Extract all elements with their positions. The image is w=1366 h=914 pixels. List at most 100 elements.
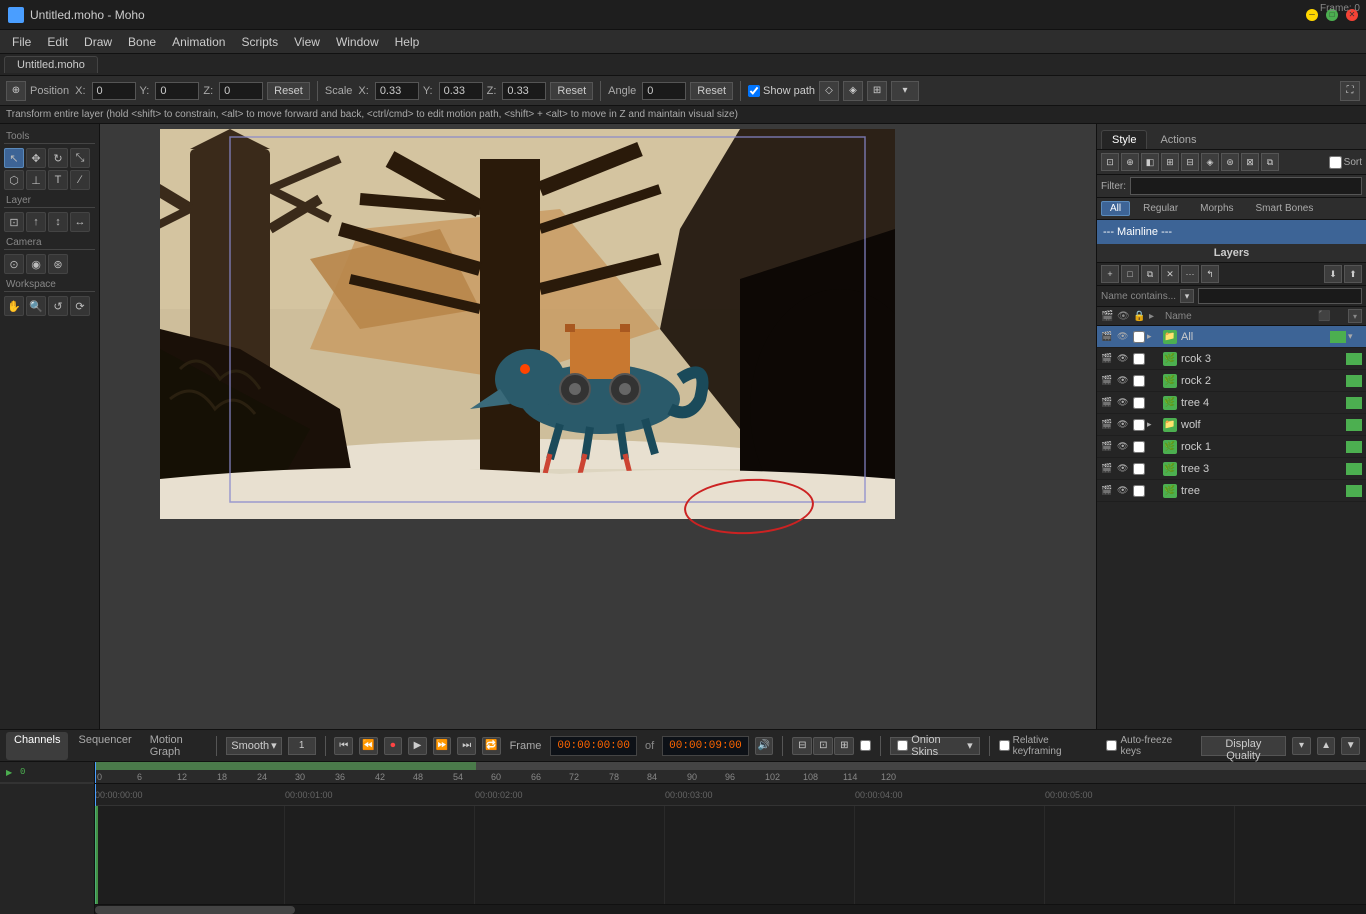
smooth-dropdown[interactable]: Smooth ▾	[226, 737, 281, 755]
tab-style[interactable]: Style	[1101, 130, 1147, 149]
layer-group-btn[interactable]: □	[1121, 265, 1139, 283]
shear-tool[interactable]: ⬡	[4, 170, 24, 190]
audio-btn[interactable]: 🔊	[755, 737, 774, 755]
name-filter-dropdown[interactable]: ▾	[1180, 289, 1194, 303]
path-icon-1[interactable]: ◇	[819, 81, 839, 101]
menu-file[interactable]: File	[4, 33, 39, 51]
actions-icon-4[interactable]: ⊞	[1161, 153, 1179, 171]
timeline-scroll-thumb[interactable]	[95, 906, 295, 914]
fullscreen-icon[interactable]: ⛶	[1340, 81, 1360, 101]
scale-z-input[interactable]	[502, 82, 546, 100]
angle-input[interactable]	[642, 82, 686, 100]
total-time-display[interactable]: 00:00:09:00	[662, 736, 749, 756]
layer-collapse-btn[interactable]: ⬇	[1324, 265, 1342, 283]
view-icon-3[interactable]: ⊞	[834, 737, 854, 755]
layer-options-all[interactable]: ▾	[1348, 331, 1362, 342]
minimize-button[interactable]: ─	[1306, 9, 1318, 21]
zoom-in-tool[interactable]: 🔍	[26, 296, 46, 316]
auto-freeze-checkbox[interactable]	[1106, 740, 1117, 751]
scroll-down-btn[interactable]: ▼	[1341, 737, 1360, 755]
loop-btn[interactable]: 🔁	[482, 737, 501, 755]
layer-tool-2[interactable]: ↑	[26, 212, 46, 232]
layer-tool-4[interactable]: ↔	[70, 212, 90, 232]
brush-tool[interactable]: ∕	[70, 170, 90, 190]
onion-checkbox[interactable]	[897, 740, 908, 751]
layer-tool-3[interactable]: ↕	[48, 212, 68, 232]
layer-add-btn[interactable]: +	[1101, 265, 1119, 283]
rotate-view-tool[interactable]: ↺	[48, 296, 68, 316]
menu-animation[interactable]: Animation	[164, 33, 233, 51]
actions-icon-3[interactable]: ◧	[1141, 153, 1159, 171]
timeline-scrollbar[interactable]	[95, 904, 1366, 914]
reset-button-1[interactable]: Reset	[267, 82, 310, 100]
tl-tab-sequencer[interactable]: Sequencer	[70, 732, 139, 760]
actions-icon-7[interactable]: ⊛	[1221, 153, 1239, 171]
layer-tool-1[interactable]: ⊡	[4, 212, 24, 232]
bone-tab-morphs[interactable]: Morphs	[1191, 201, 1242, 216]
layer-row-rcok3[interactable]: 🎬 👁 🌿 rcok 3	[1097, 348, 1366, 370]
select-tool[interactable]: ↖	[4, 148, 24, 168]
bone-tab-smartbones[interactable]: Smart Bones	[1247, 201, 1323, 216]
menu-view[interactable]: View	[286, 33, 328, 51]
bone-tab-regular[interactable]: Regular	[1134, 201, 1187, 216]
onion-skins-btn[interactable]: Onion Skins ▾	[890, 737, 979, 755]
go-to-end-btn[interactable]: ⏭	[457, 737, 476, 755]
name-search-input[interactable]	[1198, 288, 1362, 304]
layer-checkbox-tree[interactable]	[1133, 485, 1145, 497]
smooth-value[interactable]: 1	[288, 737, 316, 755]
layer-row-tree[interactable]: 🎬 👁 🌿 tree	[1097, 480, 1366, 502]
tl-checkbox-1[interactable]	[860, 740, 871, 751]
step-fwd-btn[interactable]: ⏩	[433, 737, 452, 755]
relative-keyframing-checkbox[interactable]	[999, 740, 1010, 751]
playhead[interactable]	[95, 762, 96, 783]
layer-checkbox-tree4[interactable]	[1133, 397, 1145, 409]
camera-tool-3[interactable]: ⊛	[48, 254, 68, 274]
record-btn[interactable]: ⏺	[384, 737, 403, 755]
y-input[interactable]	[155, 82, 199, 100]
canvas-area[interactable]	[100, 124, 1096, 729]
active-tab[interactable]: Untitled.moho	[4, 56, 98, 73]
camera-tool-1[interactable]: ⊙	[4, 254, 24, 274]
rotate-tool[interactable]: ↻	[48, 148, 68, 168]
layer-row-rock2[interactable]: 🎬 👁 🌿 rock 2	[1097, 370, 1366, 392]
text-tool[interactable]: T	[48, 170, 68, 190]
menu-window[interactable]: Window	[328, 33, 387, 51]
z-input[interactable]	[219, 82, 263, 100]
mainline-row[interactable]: --- Mainline ---	[1097, 220, 1366, 244]
layer-checkbox-rcok3[interactable]	[1133, 353, 1145, 365]
layer-checkbox-rock1[interactable]	[1133, 441, 1145, 453]
layer-checkbox-wolf[interactable]	[1133, 419, 1145, 431]
reset-button-2[interactable]: Reset	[550, 82, 593, 100]
layer-row-tree3[interactable]: 🎬 👁 🌿 tree 3	[1097, 458, 1366, 480]
scale-tool[interactable]: ⤡	[70, 148, 90, 168]
camera-tool-2[interactable]: ◉	[26, 254, 46, 274]
layer-row-wolf[interactable]: 🎬 👁 ▸ 📁 wolf	[1097, 414, 1366, 436]
transform-icon[interactable]: ⊕	[6, 81, 26, 101]
hand-tool[interactable]: ✋	[4, 296, 24, 316]
menu-scripts[interactable]: Scripts	[233, 33, 286, 51]
menu-draw[interactable]: Draw	[76, 33, 120, 51]
reset-view-tool[interactable]: ⟳	[70, 296, 90, 316]
bone-tab-all[interactable]: All	[1101, 201, 1130, 216]
sort-checkbox[interactable]	[1329, 156, 1342, 169]
layer-row-tree4[interactable]: 🎬 👁 🌿 tree 4	[1097, 392, 1366, 414]
scale-x-input[interactable]	[375, 82, 419, 100]
col-dropdown[interactable]: ▾	[1348, 309, 1362, 323]
tl-tab-channels[interactable]: Channels	[6, 732, 68, 760]
layer-checkbox-rock2[interactable]	[1133, 375, 1145, 387]
scale-y-input[interactable]	[439, 82, 483, 100]
step-back-btn[interactable]: ⏪	[359, 737, 378, 755]
path-icon-3[interactable]: ⊞	[867, 81, 887, 101]
reset-button-3[interactable]: Reset	[690, 82, 733, 100]
menu-bone[interactable]: Bone	[120, 33, 164, 51]
layer-expand-btn[interactable]: ⬆	[1344, 265, 1362, 283]
path-icon-2[interactable]: ◈	[843, 81, 863, 101]
layer-settings-btn[interactable]: ↰	[1201, 265, 1219, 283]
magnet-tool[interactable]: ⊥	[26, 170, 46, 190]
layer-duplicate-btn[interactable]: ⧉	[1141, 265, 1159, 283]
path-dropdown[interactable]: ▾	[891, 81, 919, 101]
transform-tool[interactable]: ✥	[26, 148, 46, 168]
tl-tab-motion-graph[interactable]: Motion Graph	[142, 732, 208, 760]
scroll-up-btn[interactable]: ▲	[1317, 737, 1336, 755]
display-quality-btn[interactable]: Display Quality	[1201, 736, 1287, 756]
